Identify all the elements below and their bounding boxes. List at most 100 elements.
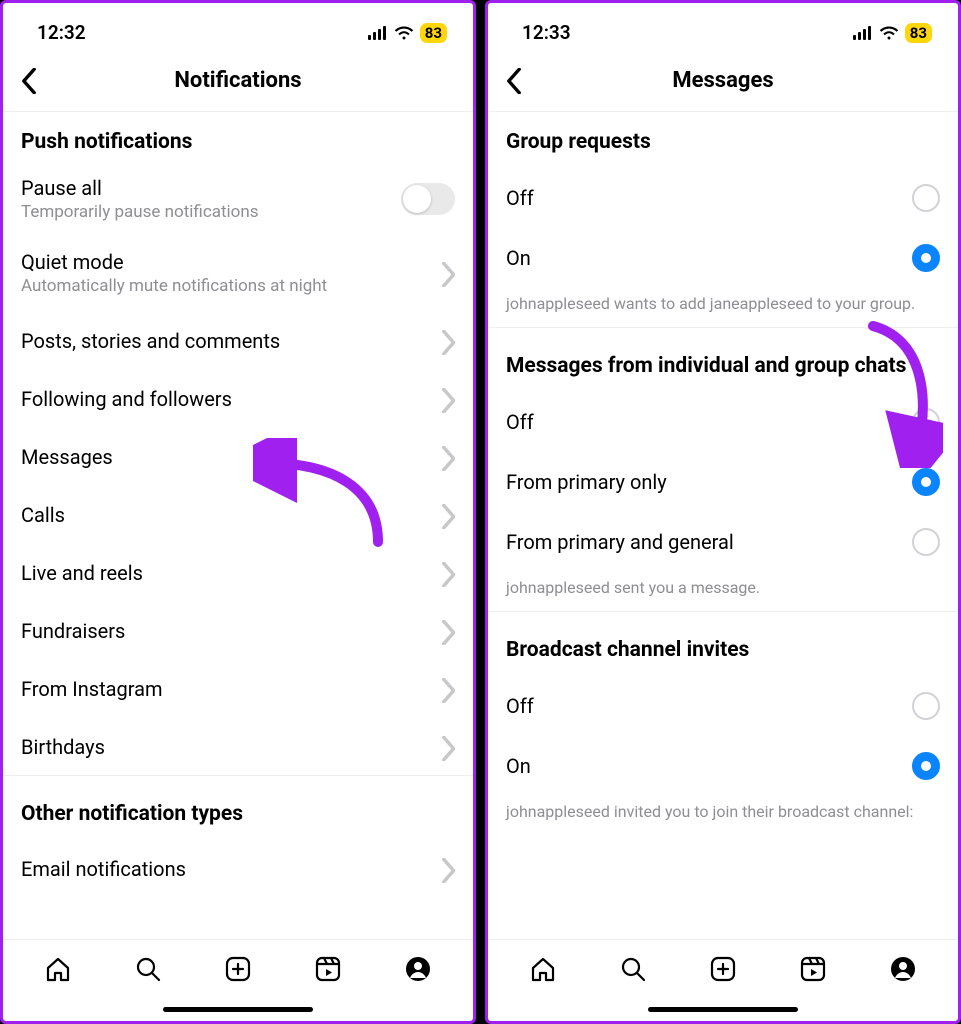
chevron-right-icon bbox=[441, 330, 455, 352]
group-requests-on-row[interactable]: On bbox=[488, 228, 958, 288]
page-title: Messages bbox=[500, 68, 946, 93]
msg-off-row[interactable]: Off bbox=[488, 392, 958, 452]
chevron-right-icon bbox=[441, 388, 455, 410]
home-icon[interactable] bbox=[43, 954, 73, 984]
quiet-mode-label: Quiet mode bbox=[21, 250, 441, 274]
status-indicators: 83 bbox=[853, 23, 932, 43]
create-icon[interactable] bbox=[223, 954, 253, 984]
create-icon[interactable] bbox=[708, 954, 738, 984]
fundraisers-row[interactable]: Fundraisers bbox=[3, 602, 473, 660]
cellular-icon bbox=[853, 26, 873, 40]
messages-chats-footer: johnappleseed sent you a message. bbox=[488, 572, 958, 612]
item-label: Posts, stories and comments bbox=[21, 329, 441, 353]
section-messages-chats-title: Messages from individual and group chats bbox=[488, 328, 958, 392]
chevron-right-icon bbox=[441, 504, 455, 526]
item-label: Messages bbox=[21, 445, 441, 469]
nav-header: Notifications bbox=[3, 54, 473, 112]
chevron-right-icon bbox=[441, 736, 455, 758]
option-label: From primary and general bbox=[506, 530, 912, 554]
item-label: Birthdays bbox=[21, 735, 441, 759]
search-icon[interactable] bbox=[618, 954, 648, 984]
reels-icon[interactable] bbox=[313, 954, 343, 984]
status-bar: 12:32 83 bbox=[3, 3, 473, 54]
pause-all-label: Pause all bbox=[21, 176, 401, 200]
radio-off[interactable] bbox=[912, 692, 940, 720]
tab-bar bbox=[3, 939, 473, 997]
battery-badge: 83 bbox=[420, 23, 447, 43]
radio-off[interactable] bbox=[912, 408, 940, 436]
quiet-mode-row[interactable]: Quiet mode Automatically mute notificati… bbox=[3, 234, 473, 312]
phone-right: 12:33 83 Messages Group requests Off On … bbox=[485, 0, 961, 1024]
tab-bar bbox=[488, 939, 958, 997]
live-reels-row[interactable]: Live and reels bbox=[3, 544, 473, 602]
item-label: Calls bbox=[21, 503, 441, 527]
msg-primary-general-row[interactable]: From primary and general bbox=[488, 512, 958, 572]
email-notifications-row[interactable]: Email notifications bbox=[3, 840, 473, 898]
radio-primary[interactable] bbox=[912, 468, 940, 496]
radio-on[interactable] bbox=[912, 244, 940, 272]
posts-stories-row[interactable]: Posts, stories and comments bbox=[3, 312, 473, 370]
radio-on[interactable] bbox=[912, 752, 940, 780]
back-button[interactable] bbox=[500, 67, 528, 95]
phone-left: 12:32 83 Notifications Push notification… bbox=[0, 0, 476, 1024]
group-requests-off-row[interactable]: Off bbox=[488, 168, 958, 228]
option-label: Off bbox=[506, 410, 912, 434]
broadcast-off-row[interactable]: Off bbox=[488, 676, 958, 736]
group-requests-footer: johnappleseed wants to add janeappleseed… bbox=[488, 288, 958, 328]
status-time: 12:32 bbox=[37, 21, 86, 44]
status-time: 12:33 bbox=[522, 21, 571, 44]
cellular-icon bbox=[368, 26, 388, 40]
chevron-right-icon bbox=[441, 262, 455, 284]
option-label: From primary only bbox=[506, 470, 912, 494]
item-label: Fundraisers bbox=[21, 619, 441, 643]
radio-off[interactable] bbox=[912, 184, 940, 212]
section-other-title: Other notification types bbox=[3, 776, 473, 840]
section-group-requests-title: Group requests bbox=[488, 112, 958, 168]
home-icon[interactable] bbox=[528, 954, 558, 984]
following-followers-row[interactable]: Following and followers bbox=[3, 370, 473, 428]
pause-all-sublabel: Temporarily pause notifications bbox=[21, 202, 401, 222]
option-label: Off bbox=[506, 186, 912, 210]
chevron-right-icon bbox=[441, 620, 455, 642]
item-label: From Instagram bbox=[21, 677, 441, 701]
chevron-right-icon bbox=[441, 678, 455, 700]
item-label: Email notifications bbox=[21, 857, 441, 881]
reels-icon[interactable] bbox=[798, 954, 828, 984]
birthdays-row[interactable]: Birthdays bbox=[3, 718, 473, 776]
item-label: Following and followers bbox=[21, 387, 441, 411]
nav-header: Messages bbox=[488, 54, 958, 112]
item-label: Live and reels bbox=[21, 561, 441, 585]
home-indicator bbox=[3, 997, 473, 1021]
chevron-right-icon bbox=[441, 446, 455, 468]
chevron-right-icon bbox=[441, 562, 455, 584]
option-label: Off bbox=[506, 694, 912, 718]
battery-badge: 83 bbox=[905, 23, 932, 43]
wifi-icon bbox=[879, 26, 899, 40]
content: Group requests Off On johnappleseed want… bbox=[488, 112, 958, 939]
radio-primary-general[interactable] bbox=[912, 528, 940, 556]
messages-row[interactable]: Messages bbox=[3, 428, 473, 486]
search-icon[interactable] bbox=[133, 954, 163, 984]
calls-row[interactable]: Calls bbox=[3, 486, 473, 544]
profile-icon[interactable] bbox=[403, 954, 433, 984]
option-label: On bbox=[506, 754, 912, 778]
status-bar: 12:33 83 bbox=[488, 3, 958, 54]
profile-icon[interactable] bbox=[888, 954, 918, 984]
option-label: On bbox=[506, 246, 912, 270]
from-instagram-row[interactable]: From Instagram bbox=[3, 660, 473, 718]
chevron-right-icon bbox=[441, 858, 455, 880]
content: Push notifications Pause all Temporarily… bbox=[3, 112, 473, 939]
home-indicator bbox=[488, 997, 958, 1021]
msg-primary-row[interactable]: From primary only bbox=[488, 452, 958, 512]
broadcast-footer: johnappleseed invited you to join their … bbox=[488, 796, 958, 835]
broadcast-on-row[interactable]: On bbox=[488, 736, 958, 796]
pause-all-toggle[interactable] bbox=[401, 183, 455, 215]
section-broadcast-title: Broadcast channel invites bbox=[488, 612, 958, 676]
back-button[interactable] bbox=[15, 67, 43, 95]
section-push-title: Push notifications bbox=[3, 112, 473, 168]
wifi-icon bbox=[394, 26, 414, 40]
quiet-mode-sublabel: Automatically mute notifications at nigh… bbox=[21, 276, 441, 296]
page-title: Notifications bbox=[15, 68, 461, 93]
pause-all-row[interactable]: Pause all Temporarily pause notification… bbox=[3, 168, 473, 234]
status-indicators: 83 bbox=[368, 23, 447, 43]
